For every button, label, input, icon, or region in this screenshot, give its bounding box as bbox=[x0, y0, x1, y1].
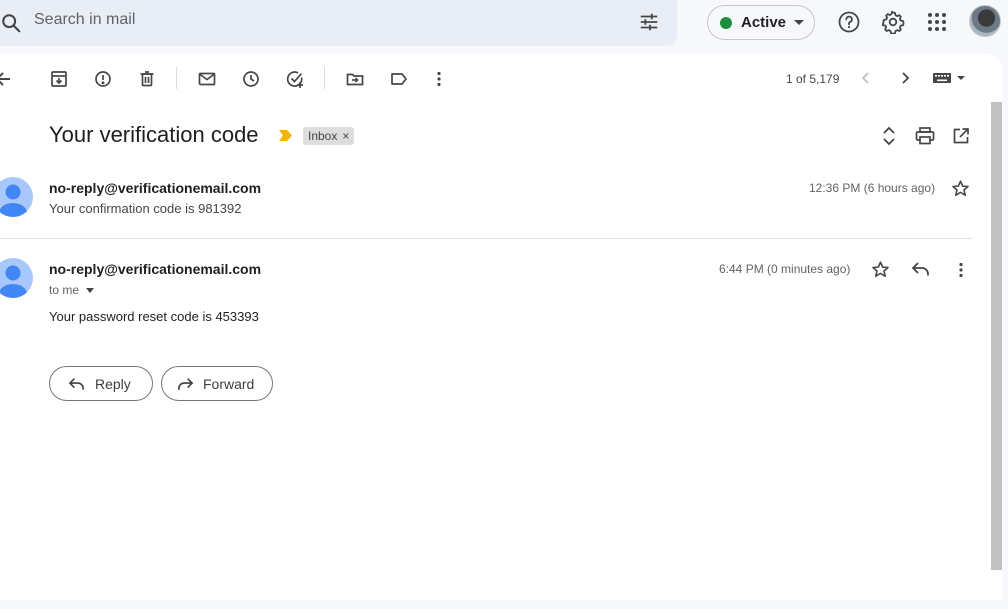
forward-button[interactable]: Forward bbox=[161, 366, 273, 401]
move-to-icon[interactable] bbox=[345, 69, 365, 89]
remove-label-icon[interactable]: × bbox=[342, 129, 349, 143]
pagination-count: 1 of 5,179 bbox=[786, 72, 840, 86]
message-body: Your password reset code is 453393 bbox=[49, 309, 259, 324]
toolbar-divider bbox=[324, 67, 325, 89]
scrollbar[interactable] bbox=[991, 102, 1002, 570]
chevron-left-icon[interactable] bbox=[858, 70, 874, 86]
message-timestamp: 6:44 PM (0 minutes ago) bbox=[719, 262, 851, 276]
status-button[interactable]: Active bbox=[707, 5, 815, 40]
settings-icon[interactable] bbox=[881, 10, 905, 34]
label-chip-text: Inbox bbox=[308, 129, 338, 143]
more-options-icon[interactable] bbox=[429, 69, 449, 89]
archive-icon[interactable] bbox=[49, 69, 69, 89]
email-subject: Your verification code bbox=[49, 122, 259, 147]
reply-label: Reply bbox=[95, 375, 131, 392]
mark-unread-icon[interactable] bbox=[197, 69, 217, 89]
sender-email[interactable]: no-reply@verificationemail.com bbox=[49, 180, 261, 196]
add-task-icon[interactable] bbox=[285, 69, 305, 89]
reply-button[interactable]: Reply bbox=[49, 366, 153, 401]
report-spam-icon[interactable] bbox=[93, 69, 113, 89]
search-options-icon[interactable] bbox=[638, 11, 660, 33]
account-avatar[interactable] bbox=[969, 5, 1001, 37]
important-marker-icon[interactable] bbox=[279, 130, 292, 141]
expand-all-icon[interactable] bbox=[880, 126, 898, 146]
more-options-icon[interactable] bbox=[951, 260, 971, 280]
forward-label: Forward bbox=[203, 375, 255, 392]
star-icon[interactable] bbox=[951, 179, 970, 198]
sender-email[interactable]: no-reply@verificationemail.com bbox=[49, 261, 261, 277]
help-icon[interactable] bbox=[837, 10, 861, 34]
status-label: Active bbox=[741, 14, 787, 31]
keyboard-icon[interactable] bbox=[933, 71, 967, 85]
recipient-details[interactable]: to me bbox=[49, 283, 95, 297]
forward-icon bbox=[176, 376, 194, 392]
bottom-strip bbox=[0, 600, 1008, 609]
reply-icon bbox=[68, 376, 86, 392]
reply-icon[interactable] bbox=[911, 260, 931, 278]
chevron-right-icon[interactable] bbox=[897, 70, 913, 86]
print-icon[interactable] bbox=[915, 127, 935, 145]
caret-down-icon bbox=[86, 287, 95, 293]
search-bar bbox=[0, 0, 677, 46]
delete-icon[interactable] bbox=[137, 69, 157, 89]
search-input[interactable] bbox=[34, 11, 534, 29]
message-snippet[interactable]: Your confirmation code is 981392 bbox=[49, 201, 241, 216]
search-icon[interactable] bbox=[0, 12, 22, 34]
back-icon[interactable] bbox=[0, 69, 14, 89]
caret-down-icon bbox=[794, 20, 805, 25]
open-in-new-window-icon[interactable] bbox=[952, 127, 970, 145]
label-chip-inbox: Inbox × bbox=[303, 127, 355, 145]
message-divider bbox=[0, 238, 972, 239]
label-icon[interactable] bbox=[389, 69, 409, 89]
apps-icon[interactable] bbox=[926, 11, 948, 33]
snooze-icon[interactable] bbox=[241, 69, 261, 89]
star-icon[interactable] bbox=[871, 260, 890, 279]
status-dot bbox=[720, 16, 732, 29]
recipient-label: to me bbox=[49, 283, 80, 297]
message-timestamp: 12:36 PM (6 hours ago) bbox=[809, 181, 936, 195]
toolbar-divider bbox=[176, 67, 177, 89]
